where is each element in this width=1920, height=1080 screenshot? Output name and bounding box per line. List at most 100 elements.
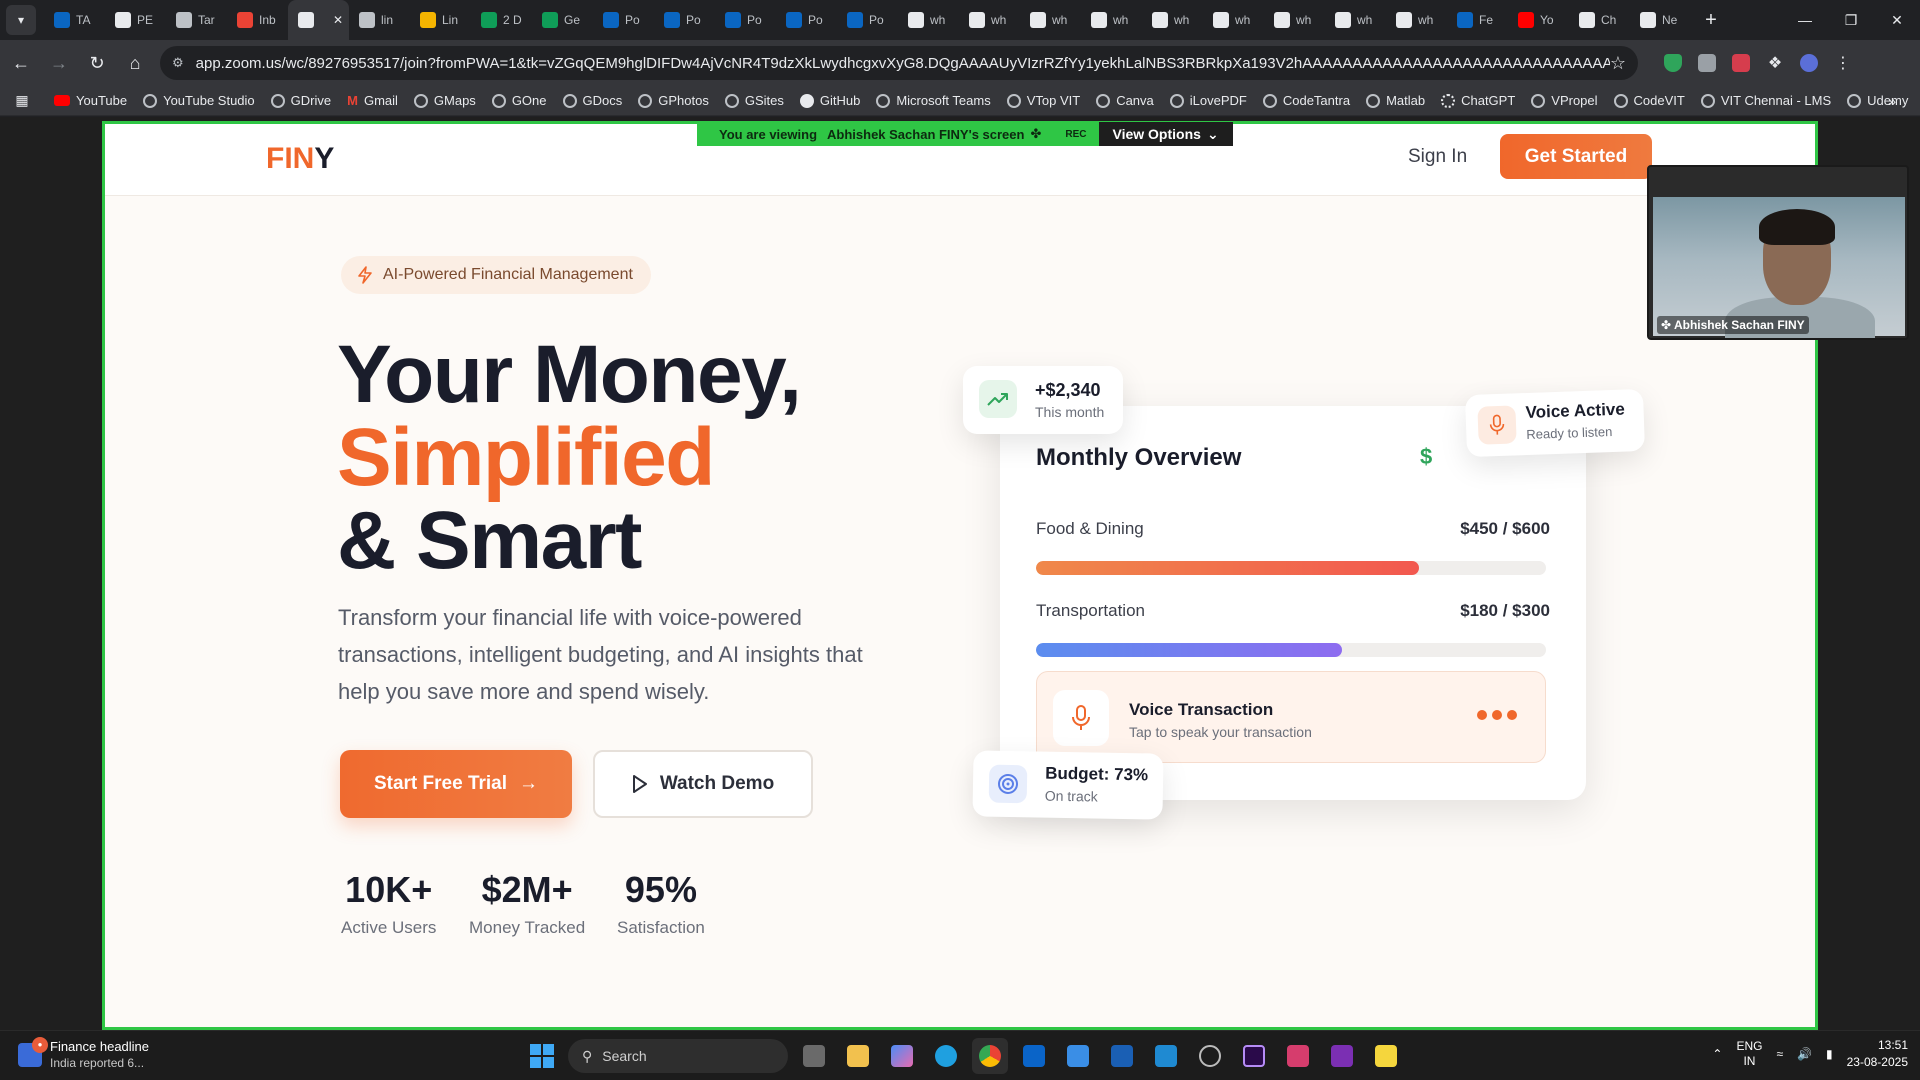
browser-tab[interactable]: lin bbox=[349, 0, 410, 40]
browser-tab[interactable]: Po bbox=[593, 0, 654, 40]
forward-button[interactable]: → bbox=[42, 46, 76, 80]
bookmark-item[interactable]: GOne bbox=[491, 93, 547, 108]
bookmark-item[interactable]: ChatGPT bbox=[1441, 93, 1515, 108]
bookmark-item[interactable]: M Gmail bbox=[347, 93, 398, 108]
browser-tab[interactable]: Po bbox=[715, 0, 776, 40]
browser-tab[interactable]: Ch bbox=[1569, 0, 1630, 40]
profile-avatar[interactable] bbox=[1792, 46, 1826, 80]
chevron-up-icon[interactable]: ⌃ bbox=[1712, 1047, 1722, 1061]
browser-tab[interactable]: Inb bbox=[227, 0, 288, 40]
apps-grid-icon[interactable]: ▦ bbox=[6, 92, 38, 109]
bookmark-item[interactable]: VPropel bbox=[1531, 93, 1598, 108]
bookmark-item[interactable]: GitHub bbox=[799, 93, 860, 108]
browser-menu-icon[interactable]: ⋮ bbox=[1826, 46, 1860, 80]
browser-tab[interactable]: ✕ bbox=[288, 0, 349, 40]
camera-extension-icon[interactable] bbox=[1690, 46, 1724, 80]
reload-button[interactable]: ↻ bbox=[80, 46, 114, 80]
language-indicator[interactable]: ENG IN bbox=[1736, 1039, 1762, 1069]
microphone-icon[interactable] bbox=[1053, 690, 1109, 746]
news-widget[interactable]: ● Finance headline India reported 6... bbox=[18, 1036, 149, 1070]
app-circle-icon[interactable] bbox=[1192, 1038, 1228, 1074]
bookmark-item[interactable]: GPhotos bbox=[638, 93, 709, 108]
taskbar-search[interactable]: ⚲ Search bbox=[568, 1039, 788, 1073]
browser-tab[interactable]: Po bbox=[654, 0, 715, 40]
wifi-icon[interactable]: ≈ bbox=[1776, 1047, 1783, 1061]
store-icon[interactable] bbox=[1060, 1038, 1096, 1074]
browser-tab[interactable]: wh bbox=[1020, 0, 1081, 40]
volume-icon[interactable]: 🔊 bbox=[1797, 1047, 1812, 1061]
bookmark-item[interactable]: CodeTantra bbox=[1262, 93, 1350, 108]
browser-tab[interactable]: wh bbox=[1081, 0, 1142, 40]
start-free-trial-button[interactable]: Start Free Trial → bbox=[340, 750, 572, 818]
browser-tab[interactable]: Tar bbox=[166, 0, 227, 40]
bookmark-item[interactable]: CodeVIT bbox=[1613, 93, 1685, 108]
browser-tab[interactable]: Po bbox=[837, 0, 898, 40]
pocket-extension-icon[interactable] bbox=[1724, 46, 1758, 80]
edge-icon[interactable] bbox=[928, 1038, 964, 1074]
sign-in-link[interactable]: Sign In bbox=[1408, 146, 1467, 168]
bookmark-item[interactable]: YouTube bbox=[54, 93, 127, 108]
site-info-icon[interactable]: ⚙ bbox=[172, 55, 184, 71]
clock[interactable]: 13:51 23-08-2025 bbox=[1847, 1037, 1908, 1071]
finy-logo[interactable]: FINY bbox=[266, 142, 334, 176]
battery-icon[interactable]: ▮ bbox=[1826, 1047, 1833, 1061]
bookmark-item[interactable]: Microsoft Teams bbox=[876, 93, 991, 108]
bookmark-item[interactable]: VIT Chennai - LMS bbox=[1700, 93, 1831, 108]
browser-tab[interactable]: 2 D bbox=[471, 0, 532, 40]
new-tab-button[interactable]: + bbox=[1697, 6, 1725, 34]
outlook-icon[interactable] bbox=[1016, 1038, 1052, 1074]
browser-tab[interactable]: wh bbox=[1264, 0, 1325, 40]
participant-video-tile[interactable]: ✤ Abhishek Sachan FINY bbox=[1647, 165, 1909, 340]
close-window-button[interactable]: ✕ bbox=[1874, 0, 1920, 40]
onenote-icon[interactable] bbox=[1324, 1038, 1360, 1074]
minimize-button[interactable]: — bbox=[1782, 0, 1828, 40]
more-bookmarks-icon[interactable]: » bbox=[1888, 93, 1896, 109]
bookmark-item[interactable]: GSites bbox=[724, 93, 784, 108]
bookmark-item[interactable]: iLovePDF bbox=[1169, 93, 1247, 108]
home-button[interactable]: ⌂ bbox=[118, 46, 152, 80]
browser-tab[interactable]: TA bbox=[44, 0, 105, 40]
extensions-puzzle-icon[interactable]: ❖ bbox=[1758, 46, 1792, 80]
snipping-tool-icon[interactable] bbox=[1280, 1038, 1316, 1074]
task-view-icon[interactable] bbox=[796, 1038, 832, 1074]
browser-tab[interactable]: Fe bbox=[1447, 0, 1508, 40]
bookmark-item[interactable]: GDrive bbox=[270, 93, 331, 108]
browser-tab[interactable]: Lin bbox=[410, 0, 471, 40]
browser-tab[interactable]: wh bbox=[1386, 0, 1447, 40]
voice-transaction-card[interactable]: Voice Transaction Tap to speak your tran… bbox=[1036, 671, 1546, 763]
browser-tab[interactable]: wh bbox=[1325, 0, 1386, 40]
browser-tab[interactable]: PE bbox=[105, 0, 166, 40]
tab-search-button[interactable]: ▾ bbox=[6, 5, 36, 35]
bookmark-item[interactable]: Matlab bbox=[1366, 93, 1425, 108]
shield-extension-icon[interactable] bbox=[1656, 46, 1690, 80]
file-explorer-icon[interactable] bbox=[840, 1038, 876, 1074]
back-button[interactable]: ← bbox=[4, 46, 38, 80]
browser-tab[interactable]: wh bbox=[1203, 0, 1264, 40]
premiere-icon[interactable] bbox=[1236, 1038, 1272, 1074]
restore-button[interactable]: ❐ bbox=[1828, 0, 1874, 40]
close-tab-icon[interactable]: ✕ bbox=[333, 13, 343, 27]
copilot-icon[interactable] bbox=[884, 1038, 920, 1074]
vscode-icon[interactable] bbox=[1148, 1038, 1184, 1074]
browser-tab[interactable]: Yo bbox=[1508, 0, 1569, 40]
watch-demo-button[interactable]: Watch Demo bbox=[593, 750, 813, 818]
browser-tab[interactable]: Ge bbox=[532, 0, 593, 40]
bookmark-star-icon[interactable]: ☆ bbox=[1610, 53, 1626, 74]
bookmark-item[interactable]: Canva bbox=[1096, 93, 1154, 108]
chrome-icon[interactable] bbox=[972, 1038, 1008, 1074]
bookmark-item[interactable]: Udemy bbox=[1847, 93, 1908, 108]
browser-tab[interactable]: wh bbox=[1142, 0, 1203, 40]
calculator-icon[interactable] bbox=[1104, 1038, 1140, 1074]
bookmark-item[interactable]: YouTube Studio bbox=[143, 93, 255, 108]
address-bar[interactable]: ⚙ app.zoom.us/wc/89276953517/join?fromPW… bbox=[160, 46, 1638, 80]
get-started-button[interactable]: Get Started bbox=[1500, 134, 1652, 179]
start-button[interactable] bbox=[524, 1038, 560, 1074]
sticky-notes-icon[interactable] bbox=[1368, 1038, 1404, 1074]
view-options-button[interactable]: View Options ⌄ bbox=[1098, 122, 1233, 146]
browser-tab[interactable]: Ne bbox=[1630, 0, 1691, 40]
browser-tab[interactable]: Po bbox=[776, 0, 837, 40]
bookmark-item[interactable]: GDocs bbox=[562, 93, 622, 108]
bookmark-item[interactable]: VTop VIT bbox=[1006, 93, 1080, 108]
bookmark-item[interactable]: GMaps bbox=[413, 93, 476, 108]
browser-tab[interactable]: wh bbox=[898, 0, 959, 40]
